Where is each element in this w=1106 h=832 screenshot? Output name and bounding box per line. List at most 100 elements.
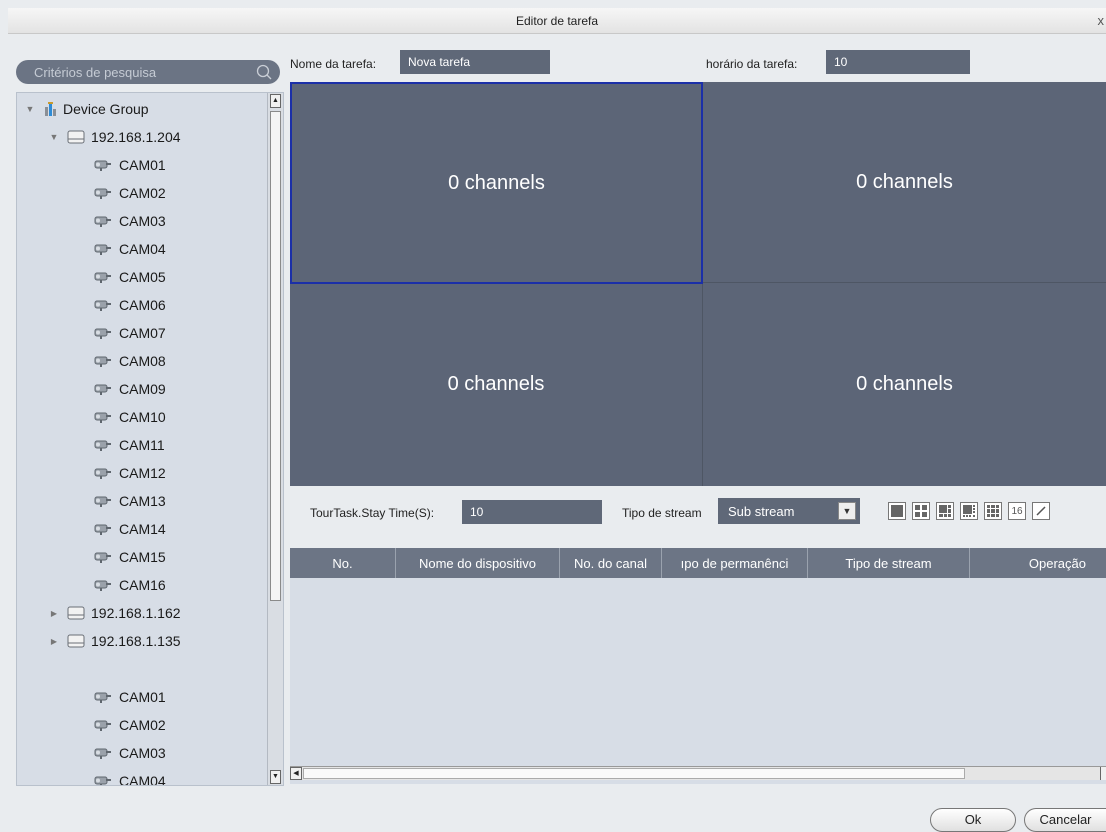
collapse-arrow-icon[interactable]: ▶ [49, 609, 59, 618]
collapse-arrow-icon[interactable]: ▶ [49, 637, 59, 646]
video-cell-4[interactable]: 0 channels [703, 283, 1106, 486]
col-header-no[interactable]: No. [290, 548, 396, 578]
tree-node-content: 192.168.1.162 [67, 601, 191, 625]
layout-4-icon[interactable] [912, 502, 930, 520]
expand-arrow-icon[interactable]: ▼ [49, 132, 59, 142]
tree-node-label: CAM06 [119, 297, 166, 313]
expand-arrow-icon[interactable]: ▼ [25, 104, 35, 114]
chevron-down-icon[interactable]: ▼ [838, 502, 856, 520]
task-name-field[interactable]: Nova tarefa [400, 50, 550, 74]
tree-node-channel[interactable]: CAM01 [17, 151, 267, 179]
tree-node-channel[interactable]: CAM10 [17, 403, 267, 431]
col-header-channel-no[interactable]: No. do canal [560, 548, 662, 578]
stream-type-value: Sub stream [728, 504, 795, 519]
tree-node-channel[interactable]: CAM07 [17, 319, 267, 347]
tree-node-channel[interactable]: CAM03 [17, 207, 267, 235]
tree-node-channel[interactable]: CAM12 [17, 459, 267, 487]
cancel-button[interactable]: Cancelar [1024, 808, 1106, 832]
stay-time-label: TourTask.Stay Time(S): [310, 506, 435, 520]
stay-time-field[interactable]: 10 [462, 500, 602, 524]
task-time-field[interactable]: 10 [826, 50, 970, 74]
camera-icon [91, 326, 113, 340]
tree-node-channel[interactable]: CAM14 [17, 515, 267, 543]
tree-node-device[interactable]: ▶ 192.168.1.135 [17, 627, 267, 655]
scroll-down-icon[interactable]: ▼ [270, 770, 281, 784]
tree-node-label: CAM09 [119, 381, 166, 397]
col-header-operation[interactable]: Operação [970, 548, 1106, 578]
table-horizontal-scrollbar[interactable]: ◀ [290, 766, 1106, 780]
col-header-device-name[interactable]: Nome do dispositivo [396, 548, 560, 578]
tree-node-content: CAM16 [91, 573, 176, 597]
scroll-left-icon[interactable]: ◀ [290, 767, 302, 780]
tree-node-device[interactable]: ▼ 192.168.1.204 [17, 123, 267, 151]
video-cell-1[interactable]: 0 channels [290, 82, 703, 284]
tree-vertical-scrollbar[interactable]: ▲ ▼ [267, 93, 283, 785]
camera-icon [91, 466, 113, 480]
camera-icon [91, 298, 113, 312]
tree-node-content: CAM08 [91, 349, 176, 373]
video-cell-4-label: 0 channels [856, 373, 953, 395]
scroll-right-icon[interactable] [1100, 767, 1106, 780]
search-input[interactable]: Critérios de pesquisa [16, 60, 280, 84]
camera-icon [91, 718, 113, 732]
window-title: Editor de tarefa [515, 14, 599, 28]
tour-channel-table: No. Nome do dispositivo No. do canal ıpo… [290, 548, 1106, 784]
tree-node-channel[interactable]: CAM16 [17, 571, 267, 599]
col-header-stream-type[interactable]: Tipo de stream [808, 548, 970, 578]
tree-node-label: CAM04 [119, 773, 166, 785]
task-name-label: Nome da tarefa: [290, 57, 377, 71]
tree-node-content: CAM06 [91, 293, 176, 317]
stream-type-select[interactable]: Sub stream ▼ [718, 498, 860, 524]
layout-16-icon[interactable]: 16 [1008, 502, 1026, 520]
camera-icon [91, 382, 113, 396]
tree-node-content: CAM01 [91, 685, 176, 709]
search-icon[interactable] [256, 64, 272, 83]
tree-node-label: CAM12 [119, 465, 166, 481]
tree-node-channel[interactable]: CAM01 [17, 683, 267, 711]
tree-node-channel[interactable]: CAM04 [17, 767, 267, 785]
tree-node-device-group[interactable]: ▼ Device Group [17, 95, 267, 123]
device-tree[interactable]: ▼ Device Group ▼ 192.168.1.204 CAM01 CAM02 CAM… [16, 92, 284, 786]
layout-9-icon[interactable] [984, 502, 1002, 520]
camera-icon [91, 578, 113, 592]
edit-pencil-icon[interactable] [1032, 502, 1050, 520]
tree-node-label: CAM03 [119, 745, 166, 761]
video-cell-2[interactable]: 0 channels [703, 82, 1106, 282]
tree-scroll-thumb[interactable] [270, 111, 281, 601]
tree-node-channel[interactable]: CAM04 [17, 235, 267, 263]
scroll-up-icon[interactable]: ▲ [270, 94, 281, 108]
tree-node-label: CAM01 [119, 689, 166, 705]
layout-8-icon[interactable] [960, 502, 978, 520]
tree-node-channel[interactable]: CAM02 [17, 711, 267, 739]
tree-node-channel[interactable]: CAM15 [17, 543, 267, 571]
tree-node-channel[interactable]: CAM13 [17, 487, 267, 515]
tree-node-label: CAM02 [119, 185, 166, 201]
tree-node-channel[interactable]: CAM08 [17, 347, 267, 375]
table-scroll-thumb[interactable] [303, 768, 965, 779]
tree-node-label: CAM11 [119, 437, 165, 453]
close-icon[interactable]: x [1098, 13, 1105, 28]
tree-node-content: CAM13 [91, 489, 176, 513]
tree-node-channel[interactable]: CAM05 [17, 263, 267, 291]
tree-node-device[interactable]: ▶ 192.168.1.162 [17, 599, 267, 627]
camera-icon [91, 522, 113, 536]
camera-icon [91, 494, 113, 508]
tree-node-channel[interactable]: CAM02 [17, 179, 267, 207]
device-icon [67, 634, 85, 648]
tree-node-content: 192.168.1.135 [67, 629, 191, 653]
device-group-icon [43, 101, 57, 117]
tree-node-content: CAM04 [91, 769, 176, 785]
layout-1-icon[interactable] [888, 502, 906, 520]
tree-node-channel[interactable]: CAM03 [17, 739, 267, 767]
tree-node-channel[interactable]: CAM06 [17, 291, 267, 319]
table-header: No. Nome do dispositivo No. do canal ıpo… [290, 548, 1106, 578]
tree-node-label: CAM15 [119, 549, 166, 565]
video-cell-3[interactable]: 0 channels [290, 283, 702, 486]
tree-node-channel[interactable]: CAM09 [17, 375, 267, 403]
col-header-stay-time[interactable]: ıpo de permanênci [662, 548, 808, 578]
tree-node-label: Device Group [63, 101, 149, 117]
layout-6-icon[interactable] [936, 502, 954, 520]
video-cell-2-label: 0 channels [856, 170, 953, 193]
tree-node-channel[interactable]: CAM11 [17, 431, 267, 459]
ok-button[interactable]: Ok [930, 808, 1016, 832]
